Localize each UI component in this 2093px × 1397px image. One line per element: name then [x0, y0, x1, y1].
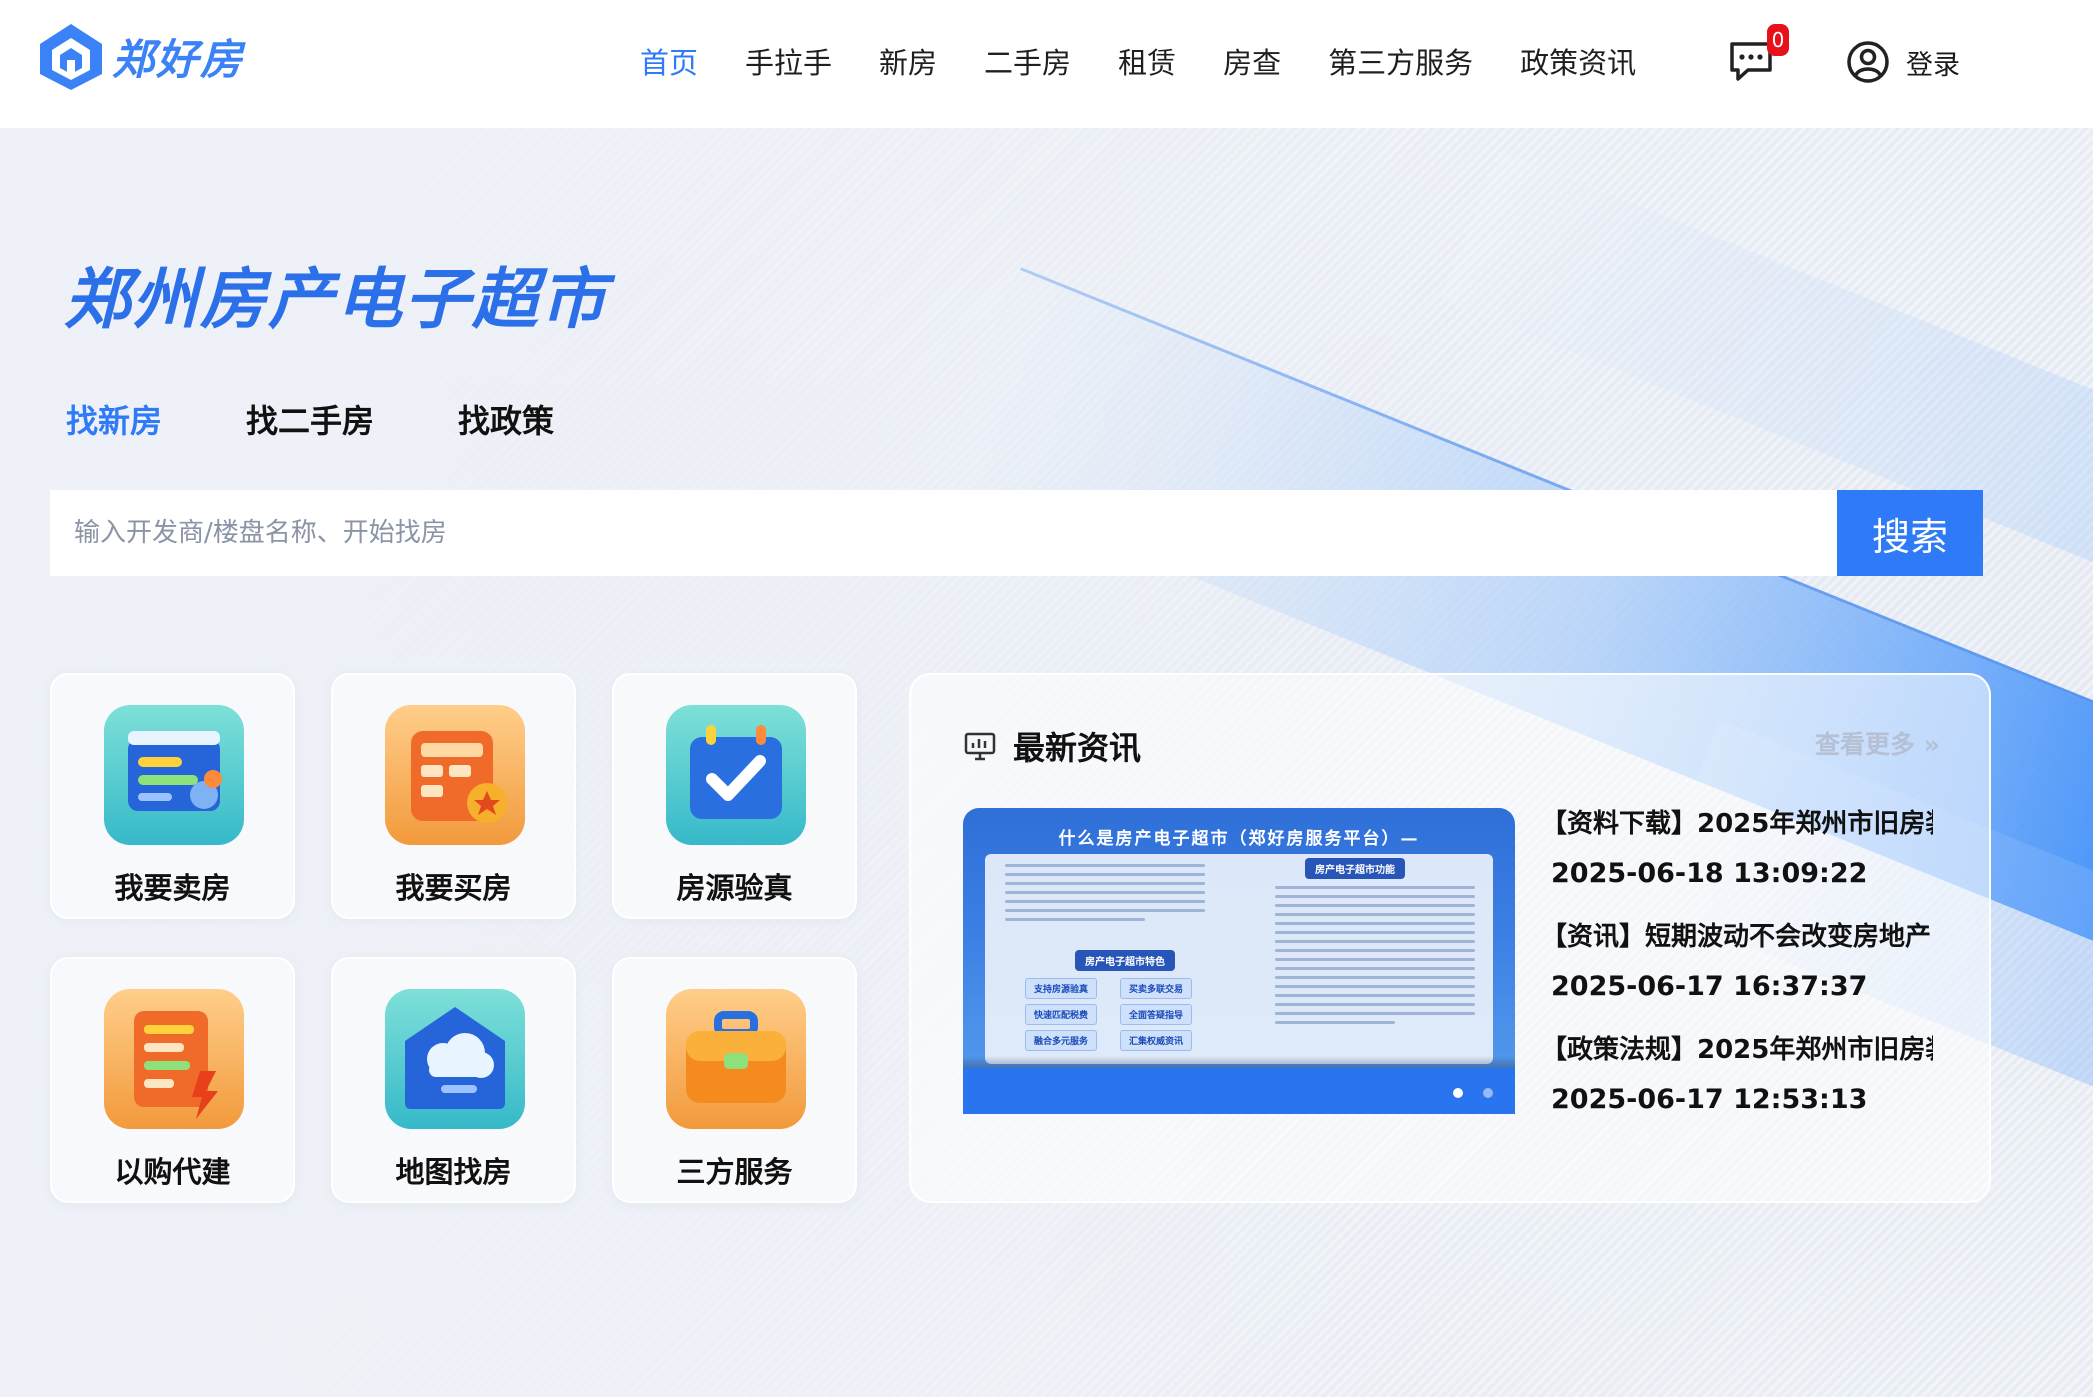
banner-document: 房产电子超市特色 支持房源验真 买卖多联交易 快速匹配税费 全面答疑指导 融合多… — [985, 854, 1493, 1064]
banner-feature-chip: 全面答疑指导 — [1120, 1004, 1193, 1025]
service-label: 我要买房 — [395, 871, 512, 905]
top-header: 郑好房 首页 手拉手 新房 二手房 租赁 房查 第三方服务 政策资讯 0 登录 — [0, 0, 2093, 128]
banner-feature-chip: 融合多元服务 — [1025, 1030, 1098, 1051]
hero-title: 郑州房产电子超市 — [64, 261, 608, 338]
nav-new-homes[interactable]: 新房 — [879, 40, 937, 82]
news-item[interactable]: 【政策法规】2025年郑州市旧房装 2025-06-17 12:53:13 — [1541, 1029, 1951, 1142]
logo-text: 郑好房 — [112, 34, 245, 84]
nav-hand-in-hand[interactable]: 手拉手 — [745, 40, 832, 82]
tab-find-policy[interactable]: 找政策 — [458, 396, 554, 442]
news-list: 【资料下载】2025年郑州市旧房装 2025-06-18 13:09:22 【资… — [1541, 803, 1951, 1142]
site-logo[interactable]: 郑好房 — [36, 20, 244, 92]
tab-find-new-homes[interactable]: 找新房 — [66, 396, 162, 442]
banner-bottom-bar — [963, 1068, 1515, 1114]
view-more-link[interactable]: 查看更多 » — [1815, 725, 1940, 761]
service-sell-house[interactable]: 我要卖房 — [50, 673, 295, 919]
search-input[interactable] — [50, 490, 1837, 576]
news-item[interactable]: 【资讯】短期波动不会改变房地产 2025-06-17 16:37:37 — [1541, 916, 1951, 1029]
news-title: 最新资讯 — [1013, 729, 1142, 767]
nav-third-party[interactable]: 第三方服务 — [1328, 40, 1473, 82]
news-item-title: 【资料下载】2025年郑州市旧房装 — [1541, 809, 1933, 839]
banner-feature-chip: 买卖多联交易 — [1120, 978, 1193, 999]
banner-heading: 什么是房产电子超市（郑好房服务平台）— — [1058, 829, 1420, 849]
service-verify-listing[interactable]: 房源验真 — [612, 673, 857, 919]
service-purchase-construct[interactable]: 以购代建 — [50, 957, 295, 1203]
news-banner-carousel[interactable]: 什么是房产电子超市（郑好房服务平台）— 房产电子超市特色 支持房源验真 买卖多联… — [963, 808, 1515, 1114]
login-label: 登录 — [1906, 49, 1960, 81]
map-search-icon — [385, 989, 525, 1129]
banner-feature-chip: 快速匹配税费 — [1025, 1004, 1098, 1025]
service-label: 我要卖房 — [114, 871, 231, 905]
house-logo-icon — [40, 24, 102, 90]
service-buy-house[interactable]: 我要买房 — [331, 673, 576, 919]
news-header: 最新资讯 — [963, 723, 1141, 769]
news-item[interactable]: 【资料下载】2025年郑州市旧房装 2025-06-18 13:09:22 — [1541, 803, 1951, 916]
banner-feature-chip: 汇集权威资讯 — [1120, 1030, 1193, 1051]
monitor-icon — [964, 732, 996, 761]
user-avatar-icon — [1847, 41, 1889, 83]
carousel-dot-active[interactable] — [1453, 1088, 1463, 1098]
news-item-title: 【资讯】短期波动不会改变房地产 — [1541, 922, 1932, 952]
login-button[interactable]: 登录 — [1846, 40, 1960, 84]
search-tabs: 找新房 找二手房 找政策 — [66, 396, 638, 442]
news-panel: 最新资讯 查看更多 » 什么是房产电子超市（郑好房服务平台）— 房产电子超市特色… — [909, 673, 1991, 1203]
nav-second-hand[interactable]: 二手房 — [984, 40, 1071, 82]
news-item-date: 2025-06-18 13:09:22 — [1551, 858, 1868, 889]
nav-house-check[interactable]: 房查 — [1223, 40, 1281, 82]
service-label: 三方服务 — [676, 1155, 793, 1189]
service-label: 地图找房 — [395, 1155, 512, 1189]
banner-text-lines — [1005, 864, 1205, 927]
verify-listing-icon — [666, 705, 806, 845]
carousel-dot[interactable] — [1483, 1088, 1493, 1098]
nav-home[interactable]: 首页 — [640, 40, 698, 82]
main-nav: 首页 手拉手 新房 二手房 租赁 房查 第三方服务 政策资讯 — [640, 40, 1683, 82]
purchase-construct-icon — [104, 989, 244, 1129]
banner-function-lines — [1275, 886, 1475, 1030]
service-label: 以购代建 — [114, 1155, 231, 1189]
nav-rental[interactable]: 租赁 — [1118, 40, 1176, 82]
search-button[interactable]: 搜索 — [1837, 490, 1983, 576]
tab-find-second-hand[interactable]: 找二手房 — [246, 396, 374, 442]
banner-feature-label: 房产电子超市特色 — [1075, 950, 1175, 971]
news-item-date: 2025-06-17 16:37:37 — [1551, 971, 1868, 1002]
buy-house-icon — [385, 705, 525, 845]
search-bar: 搜索 — [50, 490, 1983, 576]
sell-house-icon — [104, 705, 244, 845]
message-count-badge: 0 — [1767, 24, 1789, 56]
nav-policy-news[interactable]: 政策资讯 — [1520, 40, 1636, 82]
news-item-date: 2025-06-17 12:53:13 — [1551, 1084, 1868, 1115]
service-map-search[interactable]: 地图找房 — [331, 957, 576, 1203]
banner-function-label: 房产电子超市功能 — [1305, 858, 1405, 879]
news-item-title: 【政策法规】2025年郑州市旧房装 — [1541, 1035, 1933, 1065]
service-label: 房源验真 — [676, 871, 793, 905]
third-party-service-icon — [666, 989, 806, 1129]
banner-feature-chip: 支持房源验真 — [1025, 978, 1098, 999]
service-grid: 我要卖房 我要买房 房源验真 以购代建 地图找房 三方服务 — [50, 673, 860, 1203]
service-third-party[interactable]: 三方服务 — [612, 957, 857, 1203]
